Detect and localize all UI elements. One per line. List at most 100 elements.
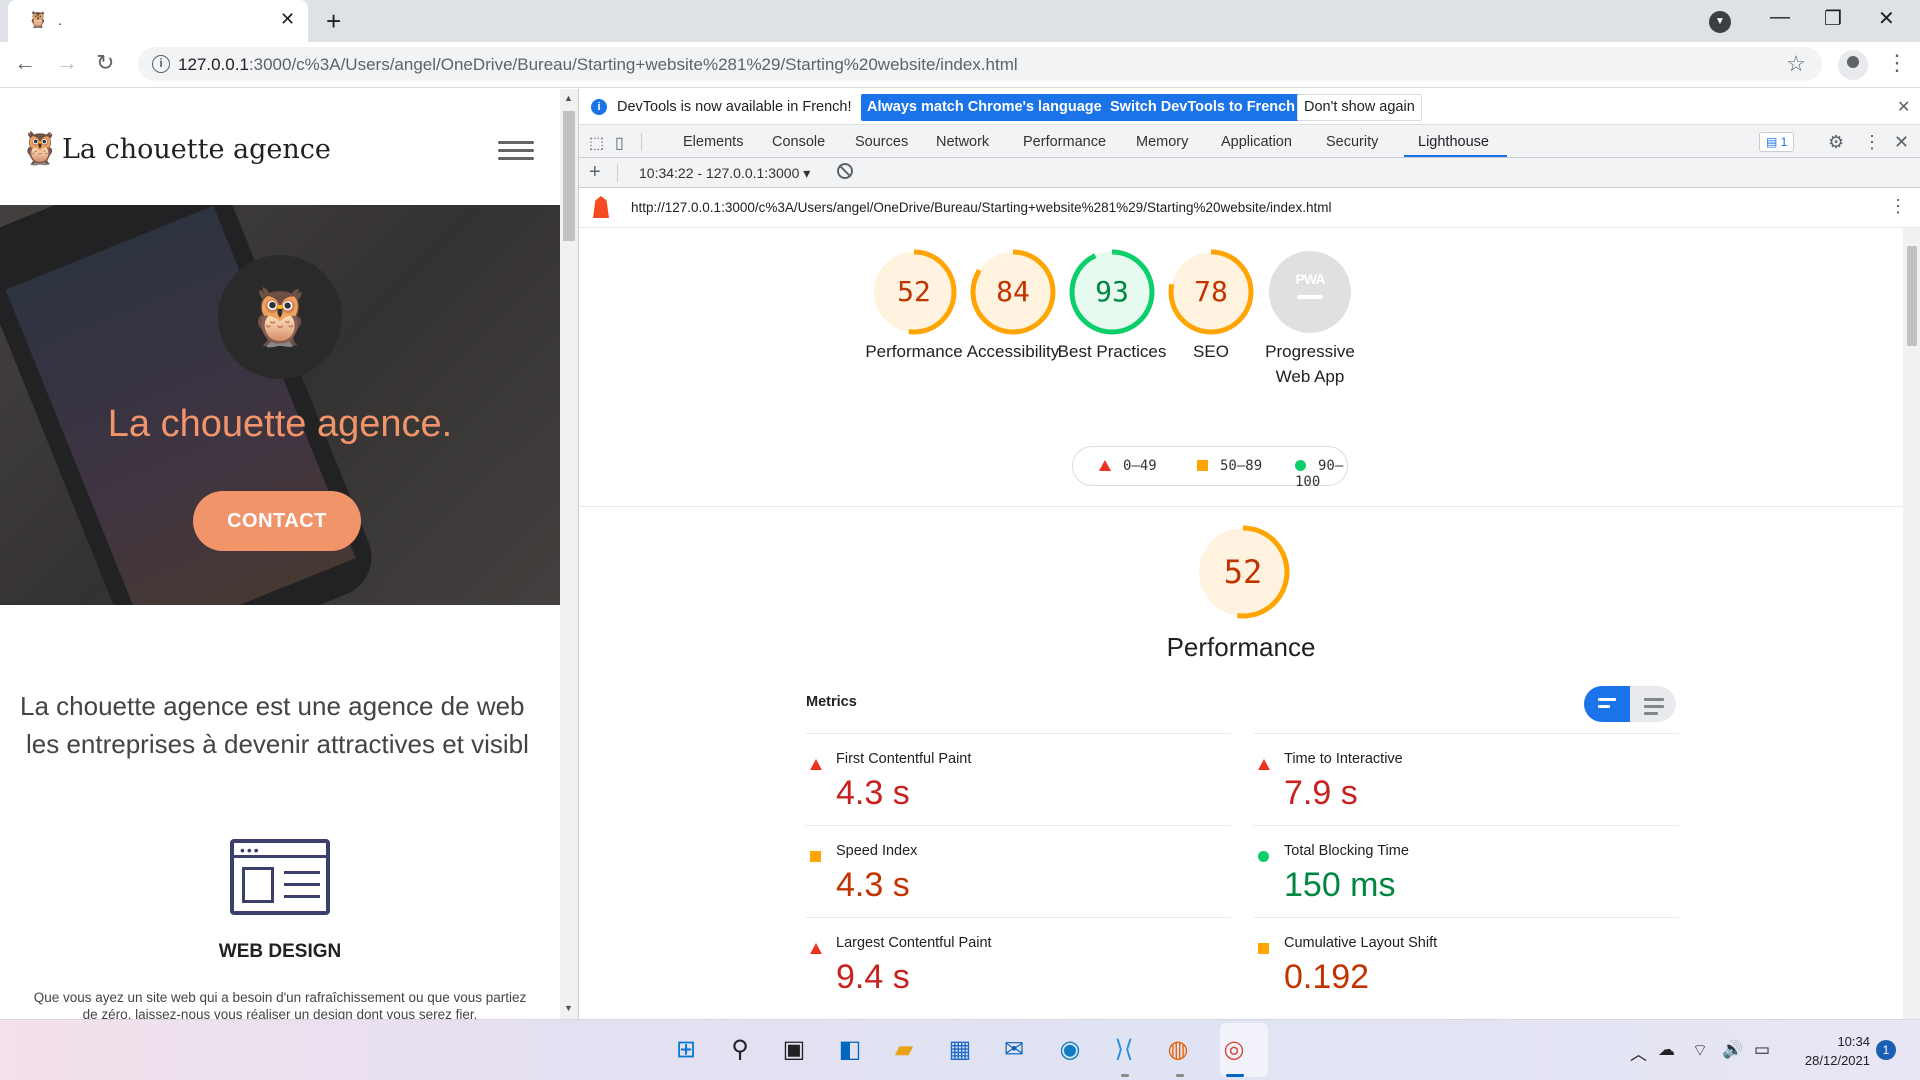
site-scrollbar[interactable]: ▲ ▼ xyxy=(560,89,578,1019)
hamburger-menu-icon[interactable] xyxy=(498,141,534,165)
gauge-label: Performance xyxy=(865,342,963,361)
gauge-pwa[interactable]: PWA Progressive Web App xyxy=(1255,228,1365,389)
metric-name: Total Blocking Time xyxy=(1284,843,1409,859)
legend-fail: 0–49 xyxy=(1099,458,1157,474)
bookmark-star-icon[interactable]: ☆ xyxy=(1786,51,1806,77)
match-language-button[interactable]: Always match Chrome's language xyxy=(861,94,1108,121)
tab-sources[interactable]: Sources xyxy=(855,134,908,150)
metric-value: 7.9 s xyxy=(1284,774,1358,812)
report-scrollbar[interactable] xyxy=(1903,228,1920,1019)
contact-button[interactable]: CONTACT xyxy=(193,491,361,551)
tab-search-icon[interactable]: ▼ xyxy=(1709,11,1731,33)
file-explorer-icon[interactable]: ▰ xyxy=(886,1032,922,1068)
switch-french-button[interactable]: Switch DevTools to French xyxy=(1104,94,1302,121)
score-legend: 0–49 50–89 90–100 xyxy=(1072,446,1348,490)
tab-security[interactable]: Security xyxy=(1326,134,1378,150)
notification-badge[interactable]: 1 xyxy=(1876,1040,1896,1060)
devtools-menu-icon[interactable]: ⋮ xyxy=(1863,132,1881,153)
tab-console[interactable]: Console xyxy=(772,134,825,150)
widgets-icon[interactable]: ◧ xyxy=(832,1032,868,1068)
edge-icon[interactable]: ◉ xyxy=(1052,1032,1088,1068)
metric-name: Time to Interactive xyxy=(1284,751,1403,767)
metric-value: 4.3 s xyxy=(836,774,910,812)
metric-first-contentful-paint: First Contentful Paint 4.3 s xyxy=(806,733,1231,825)
metric-name: Speed Index xyxy=(836,843,918,859)
site-info-icon[interactable]: i xyxy=(152,55,170,73)
pass-circle-icon xyxy=(1295,460,1306,471)
hero-banner: 🦉 La chouette agence. CONTACT xyxy=(0,205,560,605)
wifi-icon[interactable]: ⌔ xyxy=(1692,1040,1708,1061)
metric-value: 9.4 s xyxy=(836,958,910,996)
dont-show-again-button[interactable]: Don't show again xyxy=(1297,94,1422,121)
report-url[interactable]: http://127.0.0.1:3000/c%3A/Users/angel/O… xyxy=(631,200,1332,215)
close-infobar-icon[interactable]: ✕ xyxy=(1897,97,1910,117)
site-logo-text[interactable]: La chouette agence xyxy=(62,134,331,165)
firefox-icon[interactable]: ◍ xyxy=(1160,1032,1196,1068)
metric-name: Largest Contentful Paint xyxy=(836,935,992,951)
score-gauge: 84 xyxy=(970,249,1056,335)
new-tab-icon[interactable]: + xyxy=(326,6,341,37)
onedrive-cloud-icon[interactable]: ☁ xyxy=(1658,1040,1675,1060)
address-toolbar: ← → ↻ i 127.0.0.1:3000/c%3A/Users/angel/… xyxy=(0,42,1920,88)
tray-overflow-icon[interactable]: ︿ xyxy=(1630,1040,1647,1065)
tab-performance[interactable]: Performance xyxy=(1023,134,1106,150)
omnibox-url[interactable]: 127.0.0.1:3000/c%3A/Users/angel/OneDrive… xyxy=(178,55,1018,75)
average-square-icon xyxy=(810,851,821,862)
back-icon[interactable]: ← xyxy=(14,50,36,76)
issues-badge[interactable]: ▤ 1 xyxy=(1759,132,1795,152)
vscode-icon[interactable]: ⟩⟨ xyxy=(1106,1032,1142,1068)
clear-reports-icon[interactable] xyxy=(837,163,853,179)
close-window-icon[interactable]: ✕ xyxy=(1878,6,1895,31)
clock-date: 28/12/2021 xyxy=(1804,1053,1870,1068)
start-windows-icon[interactable]: ⊞ xyxy=(668,1032,704,1068)
mail-icon[interactable]: ✉ xyxy=(996,1032,1032,1068)
metrics-view-toggle[interactable] xyxy=(1584,686,1676,722)
profile-avatar-icon[interactable] xyxy=(1838,50,1868,80)
device-toolbar-icon[interactable]: ▯ xyxy=(615,133,624,153)
tab-network[interactable]: Network xyxy=(936,134,989,150)
settings-gear-icon[interactable]: ⚙ xyxy=(1828,132,1844,153)
inspect-element-icon[interactable]: ⬚ xyxy=(589,133,604,153)
browser-tab[interactable]: 🦉 . ✕ xyxy=(8,0,308,42)
chrome-icon[interactable]: ◎ xyxy=(1216,1032,1252,1068)
close-tab-icon[interactable]: ✕ xyxy=(280,9,295,30)
reload-icon[interactable]: ↻ xyxy=(96,50,114,76)
performance-section-score: 52 xyxy=(1223,553,1263,591)
chrome-menu-icon[interactable]: ⋮ xyxy=(1886,50,1908,76)
report-selector[interactable]: 10:34:22 - 127.0.0.1:3000 ▾ xyxy=(639,165,810,182)
microsoft-store-icon[interactable]: ▦ xyxy=(942,1032,978,1068)
tab-memory[interactable]: Memory xyxy=(1136,134,1188,150)
tab-elements[interactable]: Elements xyxy=(683,134,743,150)
intro-line: La chouette agence est une agence de web xyxy=(20,691,525,721)
language-infobar: i DevTools is now available in French! A… xyxy=(579,89,1920,125)
gauge-seo[interactable]: 78 SEO xyxy=(1156,228,1266,364)
omnibox[interactable]: i 127.0.0.1:3000/c%3A/Users/angel/OneDri… xyxy=(138,47,1822,81)
gauge-performance[interactable]: 52 Performance xyxy=(859,228,969,364)
compact-view-icon[interactable] xyxy=(1598,698,1616,712)
search-icon[interactable]: ⚲ xyxy=(722,1032,758,1068)
gauge-best-practices[interactable]: 93 Best Practices xyxy=(1057,228,1167,364)
section-text: Que vous ayez un site web qui a besoin d… xyxy=(33,990,527,1019)
fail-triangle-icon xyxy=(810,759,822,770)
forward-icon[interactable]: → xyxy=(56,50,78,76)
system-clock[interactable]: 10:34 28/12/2021 xyxy=(1790,1032,1870,1070)
new-report-icon[interactable]: + xyxy=(589,161,601,184)
expanded-view-icon[interactable] xyxy=(1644,698,1664,719)
task-view-icon[interactable]: ▣ xyxy=(776,1032,812,1068)
section-title: WEB DESIGN xyxy=(218,941,342,962)
gauge-accessibility[interactable]: 84 Accessibility xyxy=(958,228,1068,364)
score-gauge: 78 xyxy=(1168,249,1254,335)
report-tools-menu-icon[interactable]: ⋮ xyxy=(1889,196,1907,217)
tab-application[interactable]: Application xyxy=(1221,134,1292,150)
close-devtools-icon[interactable]: ✕ xyxy=(1894,132,1909,153)
restore-icon[interactable]: ❐ xyxy=(1824,6,1842,31)
owl-logo-icon[interactable]: 🦉 xyxy=(20,129,60,167)
gauge-score: 78 xyxy=(1194,275,1228,308)
score-gauge: 93 xyxy=(1069,249,1155,335)
battery-icon[interactable]: ▭ xyxy=(1754,1040,1770,1060)
gauge-label: Accessibility xyxy=(966,342,1060,361)
tab-lighthouse[interactable]: Lighthouse xyxy=(1418,134,1489,150)
gauge-score: 52 xyxy=(897,275,931,308)
volume-icon[interactable]: 🔊 xyxy=(1722,1040,1743,1060)
minimize-icon[interactable]: — xyxy=(1770,6,1790,29)
